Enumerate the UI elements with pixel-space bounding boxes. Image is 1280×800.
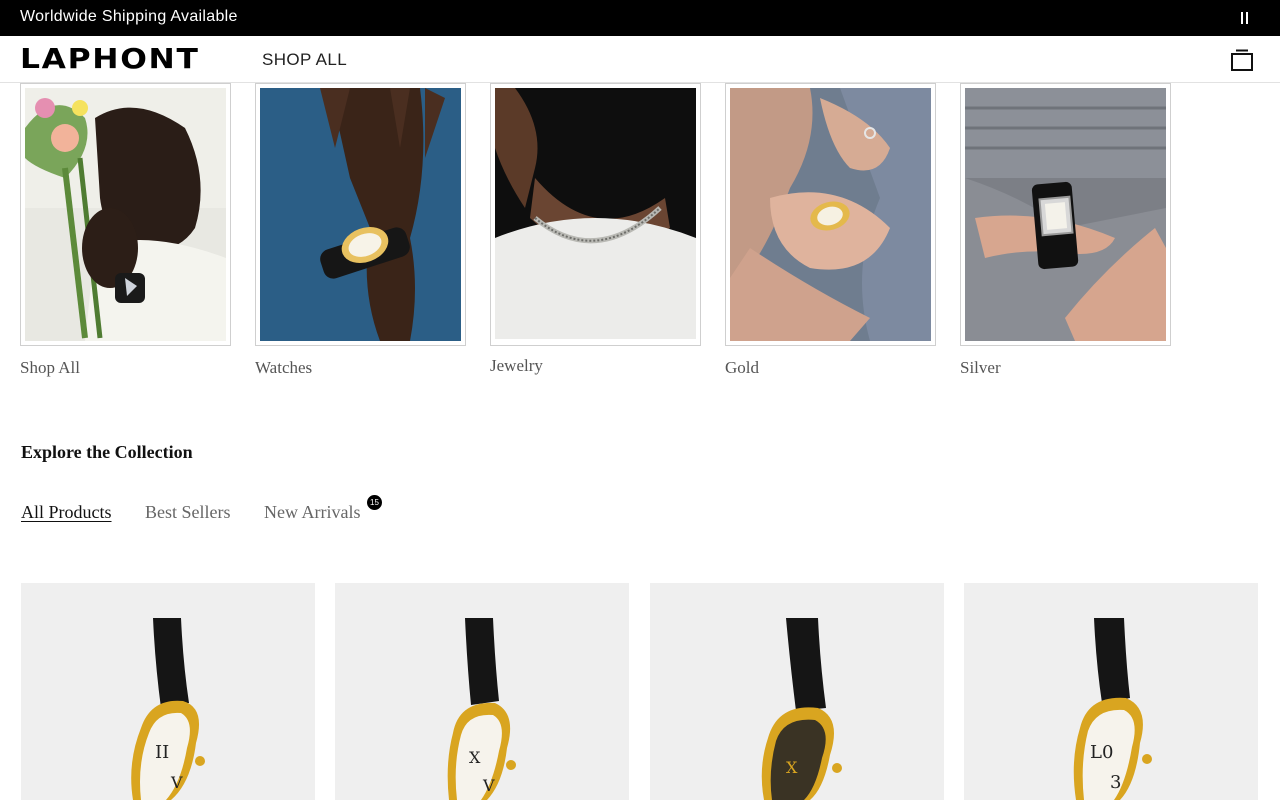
announcement-text: Worldwide Shipping Available — [20, 8, 238, 25]
pause-icon — [1241, 12, 1243, 24]
category-image-silver — [965, 88, 1166, 341]
svg-text:3: 3 — [1110, 772, 1121, 793]
pause-button[interactable] — [1236, 9, 1254, 27]
product-card[interactable]: X — [650, 583, 944, 800]
category-image-frame[interactable] — [20, 83, 231, 346]
product-image: X V — [447, 618, 516, 800]
product-image: L0 3 — [1073, 618, 1152, 800]
category-image-gold — [730, 88, 931, 341]
new-arrivals-count-badge: 15 — [367, 495, 382, 510]
category-image-watches — [260, 88, 461, 341]
site-header: LAPHONT SHOP ALL — [0, 36, 1280, 83]
category-image-jewelry — [495, 88, 696, 339]
tab-best-sellers[interactable]: Best Sellers — [145, 502, 231, 523]
category-image-frame[interactable] — [490, 83, 701, 346]
product-image: X — [761, 618, 842, 800]
category-image-frame[interactable] — [255, 83, 466, 346]
category-label[interactable]: Jewelry — [490, 356, 543, 376]
product-image: II V — [131, 618, 205, 800]
category-image-frame[interactable] — [960, 83, 1171, 346]
category-image-frame[interactable] — [725, 83, 936, 346]
svg-text:II: II — [155, 742, 169, 763]
svg-text:V: V — [170, 773, 183, 792]
svg-text:X: X — [786, 758, 798, 777]
tab-all-products[interactable]: All Products — [21, 502, 112, 523]
bag-icon — [1231, 49, 1253, 71]
section-heading: Explore the Collection — [21, 442, 193, 462]
product-card[interactable]: L0 3 — [964, 583, 1258, 800]
svg-text:V: V — [482, 776, 495, 795]
category-image-shop-all — [25, 88, 226, 341]
svg-text:L0: L0 — [1090, 742, 1113, 763]
category-label[interactable]: Watches — [255, 358, 312, 378]
logo[interactable]: LAPHONT — [20, 44, 200, 74]
announcement-bar: Worldwide Shipping Available — [0, 0, 1280, 36]
category-label[interactable]: Gold — [725, 358, 759, 378]
product-grid: II V X V X L0 3 — [0, 583, 1280, 800]
product-card[interactable]: II V — [21, 583, 315, 800]
category-label[interactable]: Silver — [960, 358, 1001, 378]
pause-icon-bar — [1246, 12, 1248, 24]
category-row: Shop All Watches Jewelry Gold Silver — [0, 83, 1280, 393]
product-card[interactable]: X V — [335, 583, 629, 800]
category-label[interactable]: Shop All — [20, 358, 80, 378]
tab-new-arrivals[interactable]: New Arrivals — [264, 502, 360, 523]
cart-button[interactable] — [1230, 49, 1254, 71]
svg-text:X: X — [469, 748, 481, 767]
nav-shop-all[interactable]: SHOP ALL — [262, 50, 347, 70]
